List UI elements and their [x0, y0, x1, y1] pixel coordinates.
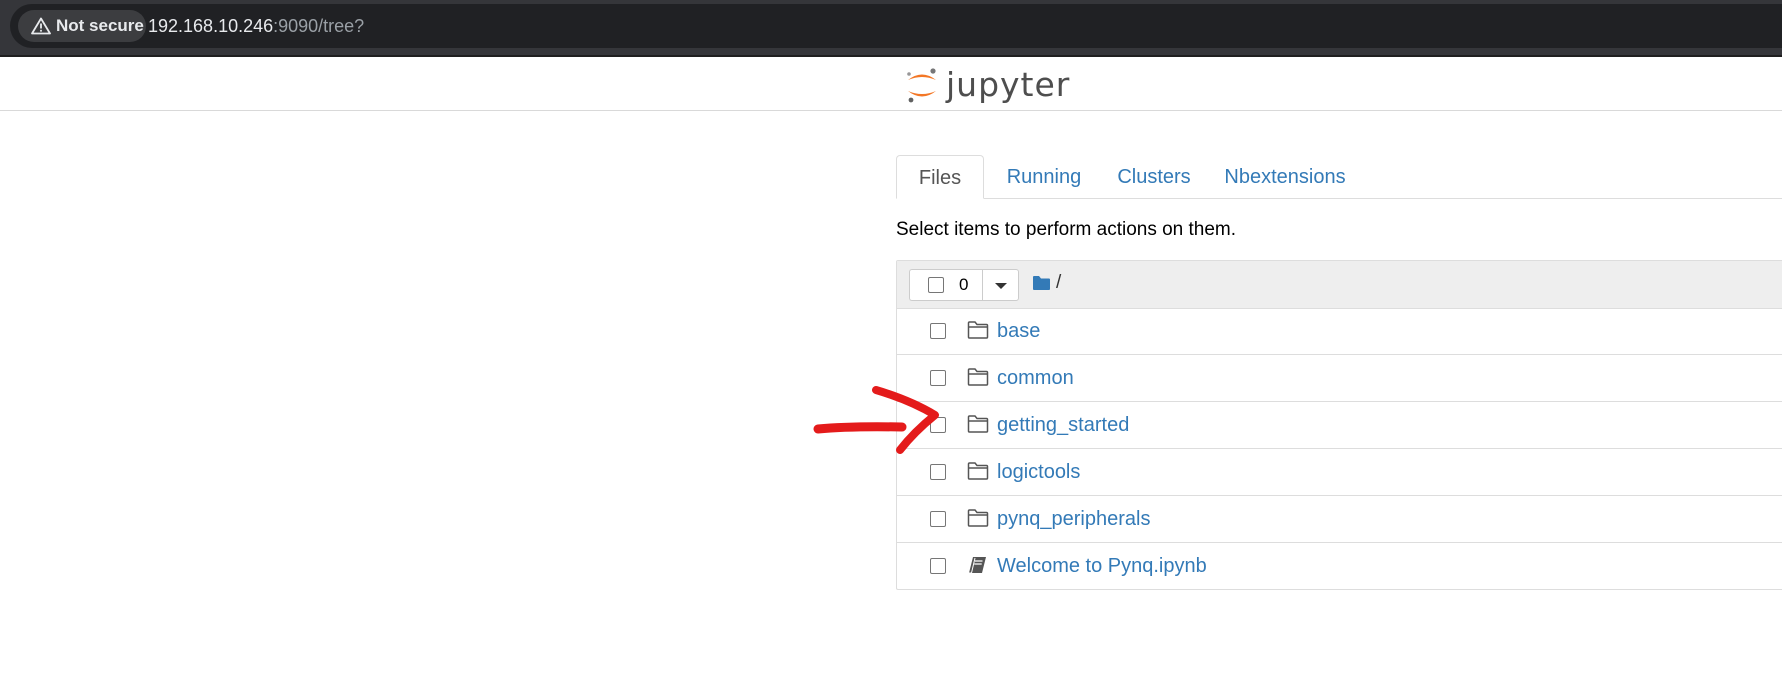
- annotation-arrow-icon: [813, 386, 939, 454]
- address-bar[interactable]: Not secure 192.168.10.246:9090/tree?: [10, 4, 1782, 48]
- selection-dropdown-button[interactable]: [982, 269, 1019, 301]
- tab-files[interactable]: Files: [896, 155, 984, 199]
- selected-count: 0: [959, 275, 969, 294]
- select-all-button[interactable]: 0: [909, 269, 982, 301]
- security-label: Not secure: [56, 16, 144, 35]
- folder-icon: [967, 509, 989, 527]
- list-item[interactable]: logictools: [897, 449, 1782, 496]
- list-item[interactable]: base: [897, 308, 1782, 355]
- item-checkbox[interactable]: [930, 464, 946, 480]
- list-item[interactable]: pynq_peripherals: [897, 496, 1782, 543]
- tab-nbextensions[interactable]: Nbextensions: [1218, 155, 1352, 198]
- folder-icon: [967, 462, 989, 480]
- item-checkbox[interactable]: [930, 558, 946, 574]
- instructions-text: Select items to perform actions on them.: [896, 219, 1237, 240]
- jupyter-header: jupyter: [0, 57, 1782, 111]
- item-name[interactable]: getting_started: [997, 402, 1129, 448]
- url-path: :9090/tree?: [273, 16, 365, 36]
- folder-icon: [967, 415, 989, 433]
- list-item[interactable]: Welcome to Pynq.ipynb: [897, 543, 1782, 590]
- item-checkbox[interactable]: [930, 511, 946, 527]
- notebook-icon: [969, 557, 986, 574]
- folder-solid-icon: [1033, 276, 1050, 290]
- breadcrumb-root[interactable]: /: [1056, 272, 1061, 294]
- tab-clusters[interactable]: Clusters: [1106, 155, 1202, 198]
- list-item[interactable]: getting_started: [897, 402, 1782, 449]
- security-indicator[interactable]: Not secure: [18, 10, 146, 42]
- file-list-header: 0 /: [897, 261, 1782, 309]
- folder-icon: [967, 321, 989, 339]
- item-name[interactable]: logictools: [997, 449, 1080, 495]
- url-host: 192.168.10.246: [148, 16, 274, 36]
- item-name[interactable]: common: [997, 355, 1074, 401]
- jupyter-logo-icon: [907, 68, 936, 103]
- caret-down-icon: [995, 283, 1007, 289]
- list-item[interactable]: common: [897, 355, 1782, 402]
- url-text[interactable]: 192.168.10.246:9090/tree?: [148, 4, 364, 48]
- tab-running[interactable]: Running: [996, 155, 1092, 198]
- folder-icon: [967, 368, 989, 386]
- item-name[interactable]: Welcome to Pynq.ipynb: [997, 543, 1207, 589]
- item-checkbox[interactable]: [930, 323, 946, 339]
- select-all-checkbox[interactable]: [928, 277, 944, 293]
- browser-toolbar: Not secure 192.168.10.246:9090/tree?: [0, 0, 1782, 57]
- file-list: 0 / base common getting_started logictoo…: [896, 260, 1782, 590]
- item-name[interactable]: base: [997, 308, 1040, 354]
- warning-icon: [31, 17, 51, 35]
- item-name[interactable]: pynq_peripherals: [997, 496, 1150, 542]
- jupyter-logo[interactable]: jupyter: [902, 65, 1069, 105]
- tab-bar: Files Running Clusters Nbextensions: [896, 155, 1782, 199]
- jupyter-logo-text: jupyter: [946, 65, 1071, 104]
